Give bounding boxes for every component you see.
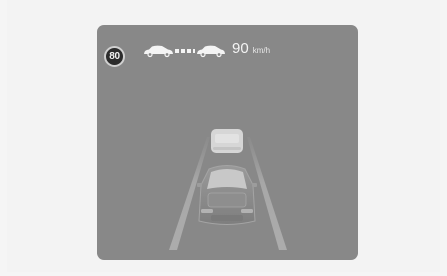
set-speed-unit: km/h: [252, 46, 271, 55]
set-speed-readout: 90 km/h: [232, 40, 270, 57]
acc-own-car-icon: [144, 45, 173, 58]
speed-limit-value: 80: [109, 51, 120, 62]
driver-display-panel: 80 90 km/h: [97, 25, 358, 260]
adaptive-cruise-distance-icon: [144, 45, 225, 58]
road-view: [169, 129, 287, 250]
speed-limit-sign-icon: 80: [104, 46, 125, 67]
acc-lead-car-icon: [197, 45, 225, 58]
vehicle-ahead-icon: [211, 129, 243, 153]
set-speed-value: 90: [232, 40, 249, 57]
own-vehicle-icon: [197, 165, 257, 225]
acc-distance-bars: [175, 49, 195, 53]
